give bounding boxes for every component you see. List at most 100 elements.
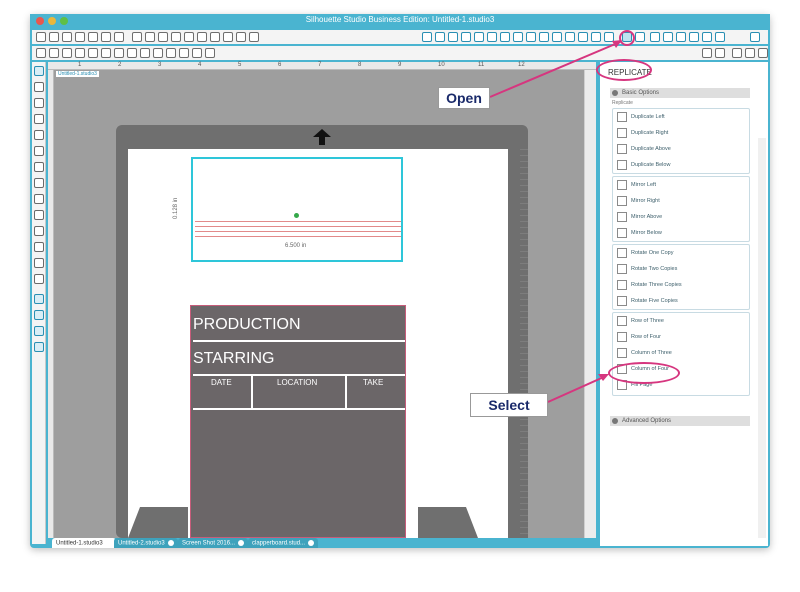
column-of-three-option[interactable]: Column of Three [615, 347, 747, 359]
document-tab[interactable]: clapperboard.stud... [248, 538, 319, 548]
document-tab[interactable]: Screen Shot 2016... [178, 538, 249, 548]
document-tab[interactable]: Untitled-1.studio3 [52, 538, 116, 548]
release-compound-icon[interactable] [127, 48, 137, 58]
cut-settings-icon[interactable] [689, 32, 699, 42]
group-icon[interactable] [88, 48, 98, 58]
send-to-back-icon[interactable] [153, 48, 163, 58]
close-tab-icon[interactable] [167, 540, 174, 546]
polygon-icon[interactable] [34, 162, 44, 172]
select-all-icon[interactable] [36, 48, 46, 58]
eraser-icon[interactable] [732, 48, 742, 58]
store-page-icon[interactable] [34, 310, 44, 320]
rotate-one-copy-option[interactable]: Rotate One Copy [615, 247, 747, 259]
open-file-icon[interactable] [49, 32, 59, 42]
rotate-icon[interactable] [578, 32, 588, 42]
select-tool-icon[interactable] [34, 66, 44, 76]
ellipse-icon[interactable] [34, 146, 44, 156]
mirror-right-option[interactable]: Mirror Right [615, 195, 747, 207]
mirror-below-option[interactable]: Mirror Below [615, 227, 747, 239]
line-color-icon[interactable] [500, 32, 510, 42]
library-page-icon[interactable] [34, 326, 44, 336]
advanced-options-header[interactable]: Advanced Options [610, 416, 750, 426]
offset-icon[interactable] [591, 32, 601, 42]
close-tab-icon[interactable] [308, 540, 315, 546]
registration-marks-icon[interactable] [676, 32, 686, 42]
row-of-three-option[interactable]: Row of Three [615, 315, 747, 327]
rotate-handle[interactable] [294, 213, 299, 218]
rounded-rectangle-icon[interactable] [34, 130, 44, 140]
design-page-icon[interactable] [34, 294, 44, 304]
preferences-icon[interactable] [702, 32, 712, 42]
undo-icon[interactable] [171, 32, 181, 42]
cut-send-icon[interactable] [114, 32, 124, 42]
trace-icon[interactable] [604, 32, 614, 42]
make-compound-icon[interactable] [114, 48, 124, 58]
settings-gear-icon[interactable] [750, 32, 760, 42]
transform-icon[interactable] [539, 32, 549, 42]
redo-icon[interactable] [184, 32, 194, 42]
point-edit-icon[interactable] [422, 32, 432, 42]
layers-icon[interactable] [702, 48, 712, 58]
duplicate-right-option[interactable]: Duplicate Right [615, 127, 747, 139]
library-view-icon[interactable] [715, 32, 725, 42]
panel-scrollbar[interactable] [758, 138, 766, 538]
new-document-icon[interactable] [36, 32, 46, 42]
basic-options-header[interactable]: Basic Options [610, 88, 750, 98]
page-setup-icon[interactable] [663, 32, 673, 42]
duplicate-above-option[interactable]: Duplicate Above [615, 143, 747, 155]
line-style-icon[interactable] [513, 32, 523, 42]
flip-vertical-icon[interactable] [205, 48, 215, 58]
duplicate-icon[interactable] [62, 48, 72, 58]
knife-icon[interactable] [745, 48, 755, 58]
close-tab-icon[interactable] [105, 540, 112, 546]
line-draw-icon[interactable] [34, 98, 44, 108]
canvas-vertical-scrollbar[interactable] [584, 70, 596, 538]
text-icon[interactable] [34, 242, 44, 252]
arc-icon[interactable] [34, 194, 44, 204]
clapperboard-design[interactable]: PRODUCTION STARRING DATE LOCATION TAKE [190, 305, 406, 538]
eraser-tool-icon[interactable] [34, 258, 44, 268]
pattern-icon[interactable] [487, 32, 497, 42]
scale-icon[interactable] [552, 32, 562, 42]
mirror-left-option[interactable]: Mirror Left [615, 179, 747, 191]
freehand-icon[interactable] [34, 210, 44, 220]
grid-icon[interactable] [715, 48, 725, 58]
duplicate-below-option[interactable]: Duplicate Below [615, 159, 747, 171]
delete-icon[interactable] [75, 48, 85, 58]
copy-icon[interactable] [145, 32, 155, 42]
mirror-above-option[interactable]: Mirror Above [615, 211, 747, 223]
bring-to-front-icon[interactable] [140, 48, 150, 58]
cut-icon[interactable] [132, 32, 142, 42]
ungroup-icon[interactable] [101, 48, 111, 58]
design-canvas[interactable]: Untitled-1.studio3 6.500 in 0.128 in PRO… [54, 70, 584, 538]
send-backward-icon[interactable] [179, 48, 189, 58]
save-icon[interactable] [88, 32, 98, 42]
library-icon[interactable] [62, 32, 72, 42]
align-icon[interactable] [526, 32, 536, 42]
document-tab[interactable]: Untitled-2.studio3 [114, 538, 178, 548]
duplicate-left-option[interactable]: Duplicate Left [615, 111, 747, 123]
fit-to-page-icon[interactable] [249, 32, 259, 42]
zoom-in-icon[interactable] [197, 32, 207, 42]
rotate-five-copies-option[interactable]: Rotate Five Copies [615, 295, 747, 307]
rotate-three-copies-option[interactable]: Rotate Three Copies [615, 279, 747, 291]
curve-icon[interactable] [34, 178, 44, 188]
point-edit-tool-icon[interactable] [34, 82, 44, 92]
zoom-select-icon[interactable] [223, 32, 233, 42]
paste-icon[interactable] [158, 32, 168, 42]
line-tool-icon[interactable] [435, 32, 445, 42]
flip-horizontal-icon[interactable] [192, 48, 202, 58]
bring-forward-icon[interactable] [166, 48, 176, 58]
gradient-icon[interactable] [474, 32, 484, 42]
send-page-icon[interactable] [34, 342, 44, 352]
print-icon[interactable] [101, 32, 111, 42]
pan-icon[interactable] [236, 32, 246, 42]
selection-box[interactable]: 6.500 in 0.128 in [173, 157, 403, 262]
store-icon[interactable] [75, 32, 85, 42]
text-tool-icon[interactable] [448, 32, 458, 42]
rectangle-icon[interactable] [34, 114, 44, 124]
regular-polygon-icon[interactable] [34, 226, 44, 236]
fill-color-icon[interactable] [461, 32, 471, 42]
zoom-out-icon[interactable] [210, 32, 220, 42]
move-icon[interactable] [565, 32, 575, 42]
